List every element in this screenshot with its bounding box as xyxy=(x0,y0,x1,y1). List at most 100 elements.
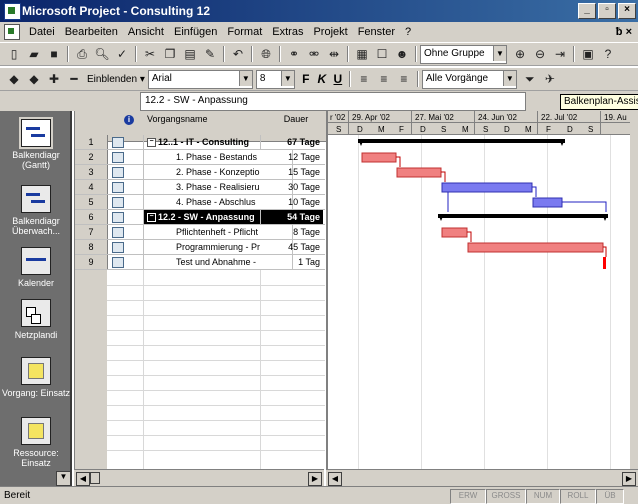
align-left-icon[interactable]: ≡ xyxy=(354,70,374,88)
table-row[interactable]: 3 2. Phase - Konzeptio 15 Tage xyxy=(75,165,325,180)
filter-combo[interactable]: Alle Vorgänge ▼ xyxy=(421,69,517,89)
gantt-canvas: r '02 29. Apr '02 27. Mai '02 24. Jun '0… xyxy=(328,111,630,469)
gantt-horizontal-scrollbar[interactable]: ◀ ▶ xyxy=(326,469,638,486)
align-right-icon[interactable]: ≡ xyxy=(394,70,414,88)
duration-cell[interactable]: 54 Tage xyxy=(261,210,323,224)
view-calendar[interactable]: Kalender xyxy=(0,247,70,288)
scroll-left-icon[interactable]: ◀ xyxy=(328,472,342,486)
print-preview-icon[interactable]: 🔍︎ xyxy=(92,45,112,63)
view-resource-usage[interactable]: Ressource: Einsatz xyxy=(0,417,70,468)
font-combo[interactable]: Arial ▼ xyxy=(147,69,253,89)
unlink-tasks-icon[interactable]: ⚮ xyxy=(304,45,324,63)
scroll-right-icon[interactable]: ▶ xyxy=(308,472,322,486)
minimize-button[interactable]: _ xyxy=(578,3,596,19)
outdent-icon[interactable]: ◆ xyxy=(4,70,24,88)
collapse-icon[interactable]: − xyxy=(147,138,156,148)
copy-icon[interactable]: ❐ xyxy=(160,45,180,63)
table-horizontal-scrollbar[interactable]: ◀ ▶ xyxy=(74,469,324,486)
new-icon[interactable]: ▯ xyxy=(4,45,24,63)
duration-cell[interactable]: 8 Tage xyxy=(261,225,323,239)
chevron-down-icon[interactable]: ▼ xyxy=(280,70,294,86)
view-tracking-gantt[interactable]: Balkendiagr Überwach... xyxy=(0,185,70,236)
print-icon[interactable]: ⎙ xyxy=(72,45,92,63)
split-task-icon[interactable]: ⇹ xyxy=(324,45,344,63)
assign-resources-icon[interactable]: ☻ xyxy=(392,45,412,63)
document-window-controls[interactable]: ƀ × xyxy=(616,26,632,38)
menu-datei[interactable]: Datei xyxy=(24,26,60,38)
duration-cell[interactable]: 10 Tage xyxy=(261,195,323,209)
menu-extras[interactable]: Extras xyxy=(267,26,308,38)
collapse-icon[interactable]: − xyxy=(147,213,156,223)
table-row[interactable]: 8 Programmierung - Pr 45 Tage xyxy=(75,240,325,255)
menu-format[interactable]: Format xyxy=(222,26,267,38)
table-row[interactable]: 9 Test und Abnahme - 1 Tag xyxy=(75,255,325,270)
open-icon[interactable]: ▰ xyxy=(24,45,44,63)
menu-fenster[interactable]: Fenster xyxy=(353,26,400,38)
entry-field[interactable]: 12.2 - SW - Anpassung xyxy=(140,92,526,111)
link-tasks-icon[interactable]: ⚭ xyxy=(284,45,304,63)
task-info-icon[interactable]: ▦ xyxy=(352,45,372,63)
zoom-in-icon[interactable]: ⊕ xyxy=(510,45,530,63)
scroll-right-icon[interactable]: ▶ xyxy=(622,472,636,486)
document-icon[interactable] xyxy=(4,24,20,40)
help-icon[interactable]: ? xyxy=(598,45,618,63)
hide-subtasks-icon[interactable]: ━ xyxy=(64,70,84,88)
copy-picture-icon[interactable]: ▣ xyxy=(578,45,598,63)
menu-bearbeiten[interactable]: Bearbeiten xyxy=(60,26,123,38)
chevron-down-icon[interactable]: ▼ xyxy=(238,70,252,86)
save-icon[interactable]: ■ xyxy=(44,45,64,63)
menu-help[interactable]: ? xyxy=(400,26,416,38)
app-icon[interactable] xyxy=(4,3,21,20)
paste-icon[interactable]: ▤ xyxy=(180,45,200,63)
chevron-down-icon[interactable]: ▼ xyxy=(493,45,506,61)
table-row[interactable]: 6 −12.2 - SW - Anpassung 54 Tage xyxy=(75,210,325,225)
vertical-scrollbar[interactable] xyxy=(630,111,638,469)
duration-cell[interactable]: 12 Tage xyxy=(261,150,323,164)
close-button[interactable]: × xyxy=(618,3,636,19)
table-row[interactable]: 4 3. Phase - Realisieru 30 Tage xyxy=(75,180,325,195)
view-network[interactable]: Netzplandi xyxy=(0,299,70,340)
undo-icon[interactable]: ↶ xyxy=(228,45,248,63)
view-gantt[interactable]: Balkendiagr (Gantt) xyxy=(0,117,70,170)
indent-icon[interactable]: ◆ xyxy=(24,70,44,88)
menu-ansicht[interactable]: Ansicht xyxy=(123,26,169,38)
align-center-icon[interactable]: ≡ xyxy=(374,70,394,88)
autofilter-icon[interactable]: ⏷ xyxy=(520,70,540,88)
chevron-down-icon[interactable]: ▼ xyxy=(502,70,516,86)
show-dropdown[interactable]: Einblenden ▾ xyxy=(84,74,148,85)
underline-button[interactable]: U xyxy=(330,72,346,86)
duration-cell[interactable]: 15 Tage xyxy=(261,165,323,179)
hyperlink-icon[interactable]: 🌐︎ xyxy=(256,45,276,63)
timescale-major-label: 27. Mai '02 xyxy=(415,113,454,122)
bold-button[interactable]: F xyxy=(298,72,314,86)
scroll-left-icon[interactable]: ◀ xyxy=(76,472,90,486)
cut-icon[interactable]: ✂ xyxy=(140,45,160,63)
duration-cell[interactable]: 67 Tage xyxy=(261,135,323,149)
restore-button[interactable]: ▫ xyxy=(598,3,616,19)
font-size-combo[interactable]: 8 ▼ xyxy=(255,69,295,89)
gantt-wizard-icon[interactable]: ✈ xyxy=(540,70,560,88)
menu-einfuegen[interactable]: Einfügen xyxy=(169,26,222,38)
table-row[interactable]: 5 4. Phase - Abschlus 10 Tage xyxy=(75,195,325,210)
duration-cell[interactable]: 30 Tage xyxy=(261,180,323,194)
show-subtasks-icon[interactable]: ✚ xyxy=(44,70,64,88)
duration-cell[interactable]: 1 Tag xyxy=(261,255,323,269)
group-by-combo[interactable]: Ohne Gruppe ▼ xyxy=(420,44,507,64)
italic-button[interactable]: K xyxy=(314,72,330,86)
goto-task-icon[interactable]: ⇥ xyxy=(550,45,570,63)
table-row[interactable]: 7 Pflichtenheft - Pflicht 8 Tage xyxy=(75,225,325,240)
table-row[interactable]: 2 1. Phase - Bestands 12 Tage xyxy=(75,150,325,165)
view-task-usage[interactable]: Vorgang: Einsatz xyxy=(0,357,70,398)
task-name-cell[interactable]: −12..1 - IT - Consulting xyxy=(144,135,261,149)
zoom-out-icon[interactable]: ⊖ xyxy=(530,45,550,63)
scroll-thumb[interactable] xyxy=(90,472,100,484)
notes-icon[interactable]: ☐ xyxy=(372,45,392,63)
menu-projekt[interactable]: Projekt xyxy=(308,26,352,38)
gantt-chart[interactable]: r '02 29. Apr '02 27. Mai '02 24. Jun '0… xyxy=(326,111,630,469)
duration-cell[interactable]: 45 Tage xyxy=(261,240,323,254)
viewbar-scroll-down-icon[interactable]: ▼ xyxy=(56,471,70,486)
table-row[interactable]: 1 −12..1 - IT - Consulting 67 Tage xyxy=(75,135,325,150)
task-name-cell[interactable]: −12.2 - SW - Anpassung xyxy=(144,210,261,224)
spelling-icon[interactable]: ✓ xyxy=(112,45,132,63)
format-painter-icon[interactable]: ✎ xyxy=(200,45,220,63)
